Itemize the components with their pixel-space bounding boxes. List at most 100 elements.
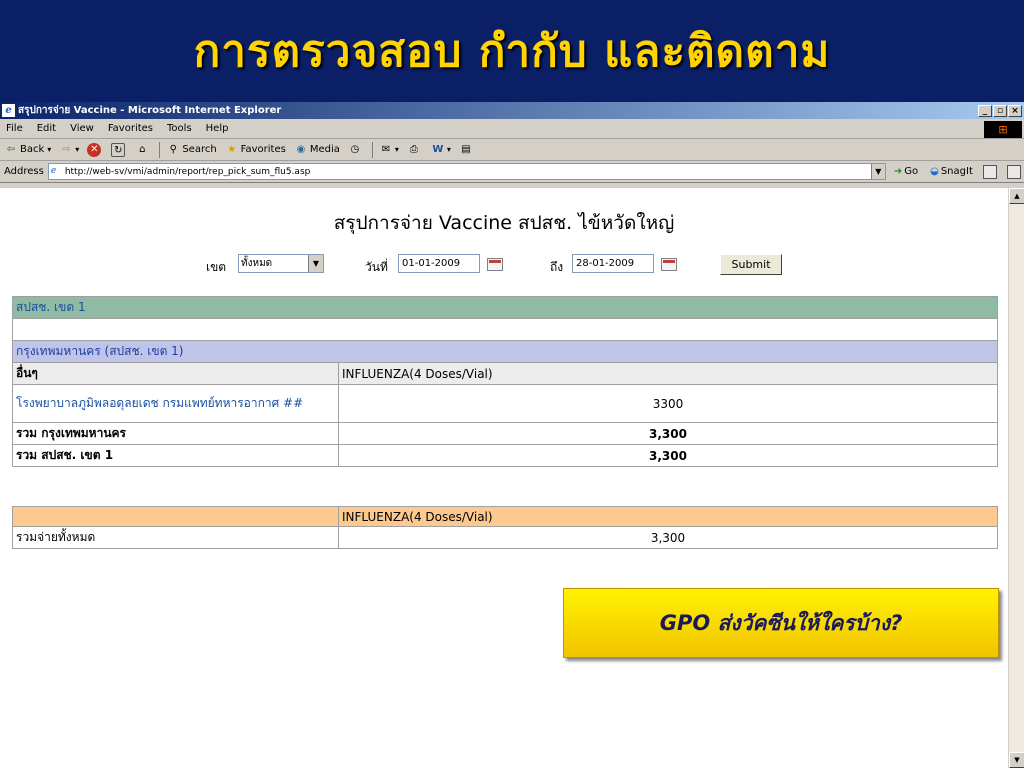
print-icon: ⎙ bbox=[409, 143, 418, 155]
edit-button[interactable]: W ▾ bbox=[431, 143, 451, 157]
media-label: Media bbox=[309, 144, 340, 155]
word-icon: W bbox=[432, 143, 444, 155]
history-button[interactable]: ◷ bbox=[348, 143, 364, 157]
scroll-down-icon[interactable]: ▼ bbox=[1009, 752, 1024, 768]
zone-label: เขต bbox=[206, 260, 227, 274]
back-arrow-icon: ⇦ bbox=[6, 143, 16, 155]
province-total-row: รวม กรุงเทพมหานคร 3,300 bbox=[12, 422, 998, 445]
slide-title: การตรวจสอบ กำกับ และติดตาม bbox=[193, 26, 831, 77]
search-icon: ⚲ bbox=[169, 143, 177, 155]
capture-region-icon[interactable] bbox=[1006, 164, 1021, 179]
from-date-input[interactable]: 01-01-2009 bbox=[398, 254, 480, 273]
summary-head-right: INFLUENZA(4 Doses/Vial) bbox=[338, 506, 998, 527]
go-arrow-icon: ➜ bbox=[893, 166, 903, 177]
refresh-button[interactable]: ↻ bbox=[111, 142, 127, 157]
ie-icon: e bbox=[2, 104, 15, 117]
stop-icon: ✕ bbox=[87, 142, 102, 157]
address-url: http://web-sv/vmi/admin/report/rep_pick_… bbox=[64, 166, 311, 177]
report-table: สปสช. เขต 1 กรุงเทพมหานคร (สปสช. เขต 1) … bbox=[12, 296, 998, 467]
zone-total-label: รวม สปสช. เขต 1 bbox=[12, 444, 339, 467]
zone-total-row: รวม สปสช. เขต 1 3,300 bbox=[12, 444, 998, 467]
province-header-row: กรุงเทพมหานคร (สปสช. เขต 1) bbox=[12, 340, 998, 363]
address-label: Address bbox=[4, 166, 44, 177]
hospital-value: 3300 bbox=[338, 384, 998, 423]
menu-bar: File Edit View Favorites Tools Help ⊞ bbox=[0, 119, 1024, 139]
forward-arrow-icon: ⇨ bbox=[62, 143, 71, 155]
blank-row bbox=[12, 318, 998, 341]
summary-row: รวมจ่ายทั้งหมด 3,300 bbox=[12, 526, 998, 549]
window-titlebar: e สรุปการจ่าย Vaccine - Microsoft Intern… bbox=[0, 102, 1024, 119]
mail-icon: ✉ bbox=[381, 143, 391, 155]
menu-edit[interactable]: Edit bbox=[37, 123, 56, 134]
snagit-icon: ◒ bbox=[930, 166, 939, 177]
home-button[interactable]: ⌂ bbox=[135, 143, 151, 157]
favorites-icon: ★ bbox=[227, 143, 237, 155]
search-label: Search bbox=[182, 144, 217, 155]
history-icon: ◷ bbox=[350, 143, 360, 155]
mail-button[interactable]: ✉ ▾ bbox=[379, 143, 399, 157]
toolbar-separator bbox=[371, 141, 373, 158]
head-left: อื่นๆ bbox=[12, 362, 339, 385]
capture-window-icon[interactable] bbox=[982, 164, 997, 179]
vertical-scrollbar[interactable]: ▲ ▼ bbox=[1008, 188, 1024, 768]
page-viewport: สรุปการจ่าย Vaccine สปสช. ไข้หวัดใหญ่ เข… bbox=[0, 188, 1024, 768]
summary-label: รวมจ่ายทั้งหมด bbox=[12, 526, 339, 549]
media-button[interactable]: ◉ Media bbox=[294, 143, 340, 157]
province-total-value: 3,300 bbox=[338, 422, 998, 445]
zone-select-value: ทั้งหมด bbox=[241, 258, 273, 269]
menu-file[interactable]: File bbox=[6, 123, 23, 134]
page-icon: e bbox=[50, 166, 57, 176]
menu-view[interactable]: View bbox=[70, 123, 94, 134]
forward-button[interactable]: ⇨ ▾ bbox=[59, 143, 79, 157]
zone-header-row: สปสช. เขต 1 bbox=[12, 296, 998, 319]
summary-table: INFLUENZA(4 Doses/Vial) รวมจ่ายทั้งหมด 3… bbox=[12, 506, 998, 549]
go-button[interactable]: ➜ Go bbox=[894, 166, 918, 177]
window-title: สรุปการจ่าย Vaccine - Microsoft Internet… bbox=[18, 105, 282, 116]
maximize-button[interactable]: ▫ bbox=[993, 104, 1007, 117]
toolbar-separator bbox=[159, 141, 161, 158]
refresh-icon: ↻ bbox=[111, 142, 126, 157]
menu-tools[interactable]: Tools bbox=[167, 123, 192, 134]
summary-head-left bbox=[12, 506, 339, 527]
zone-header: สปสช. เขต 1 bbox=[12, 296, 998, 319]
media-icon: ◉ bbox=[296, 143, 306, 155]
go-label: Go bbox=[904, 166, 919, 177]
stop-button[interactable]: ✕ bbox=[87, 142, 103, 157]
table-row: โรงพยาบาลภูมิพลอดุลยเดช กรมแพทย์ทหารอากา… bbox=[12, 384, 998, 423]
to-date-label: ถึง bbox=[550, 260, 564, 274]
province-total-label: รวม กรุงเทพมหานคร bbox=[12, 422, 339, 445]
report-title: สรุปการจ่าย Vaccine สปสช. ไข้หวัดใหญ่ bbox=[333, 212, 675, 234]
favorites-button[interactable]: ★ Favorites bbox=[225, 143, 286, 157]
summary-head-row: INFLUENZA(4 Doses/Vial) bbox=[12, 506, 998, 527]
snagit-label: SnagIt bbox=[940, 166, 973, 177]
minimize-button[interactable]: _ bbox=[978, 104, 992, 117]
search-button[interactable]: ⚲ Search bbox=[166, 143, 217, 157]
submit-button[interactable]: Submit bbox=[720, 254, 782, 275]
zone-total-value: 3,300 bbox=[338, 444, 998, 467]
menu-favorites[interactable]: Favorites bbox=[108, 123, 153, 134]
print-button[interactable]: ⎙ bbox=[407, 143, 423, 157]
back-label: Back bbox=[20, 144, 45, 155]
hospital-name[interactable]: โรงพยาบาลภูมิพลอดุลยเดช กรมแพทย์ทหารอากา… bbox=[12, 384, 339, 423]
to-date-input[interactable]: 28-01-2009 bbox=[572, 254, 654, 273]
callout-box: GPO ส่งวัคซีนให้ใครบ้าง? bbox=[563, 588, 999, 658]
calendar-icon[interactable] bbox=[661, 258, 677, 271]
from-date-label: วันที่ bbox=[365, 260, 388, 274]
back-button[interactable]: ⇦ Back ▾ bbox=[4, 143, 52, 157]
address-input[interactable]: e http://web-sv/vmi/admin/report/rep_pic… bbox=[47, 163, 886, 180]
address-dropdown-icon[interactable]: ▼ bbox=[870, 164, 885, 179]
scroll-up-icon[interactable]: ▲ bbox=[1009, 188, 1024, 204]
table-head-row: อื่นๆ INFLUENZA(4 Doses/Vial) bbox=[12, 362, 998, 385]
address-bar: Address e http://web-sv/vmi/admin/report… bbox=[0, 161, 1024, 183]
summary-value: 3,300 bbox=[338, 526, 998, 549]
snagit-button[interactable]: ◒ SnagIt bbox=[930, 166, 973, 177]
calendar-icon[interactable] bbox=[487, 258, 503, 271]
menu-help[interactable]: Help bbox=[206, 123, 229, 134]
close-button[interactable]: × bbox=[1008, 104, 1022, 117]
discuss-button[interactable]: ▤ bbox=[459, 143, 475, 157]
filter-row: เขต ทั้งหมด ▼ วันที่ 01-01-2009 ถึง 28-0… bbox=[0, 254, 1008, 276]
favorites-label: Favorites bbox=[240, 144, 286, 155]
head-right: INFLUENZA(4 Doses/Vial) bbox=[338, 362, 998, 385]
zone-select[interactable]: ทั้งหมด ▼ bbox=[238, 254, 324, 273]
discuss-icon: ▤ bbox=[461, 143, 471, 155]
